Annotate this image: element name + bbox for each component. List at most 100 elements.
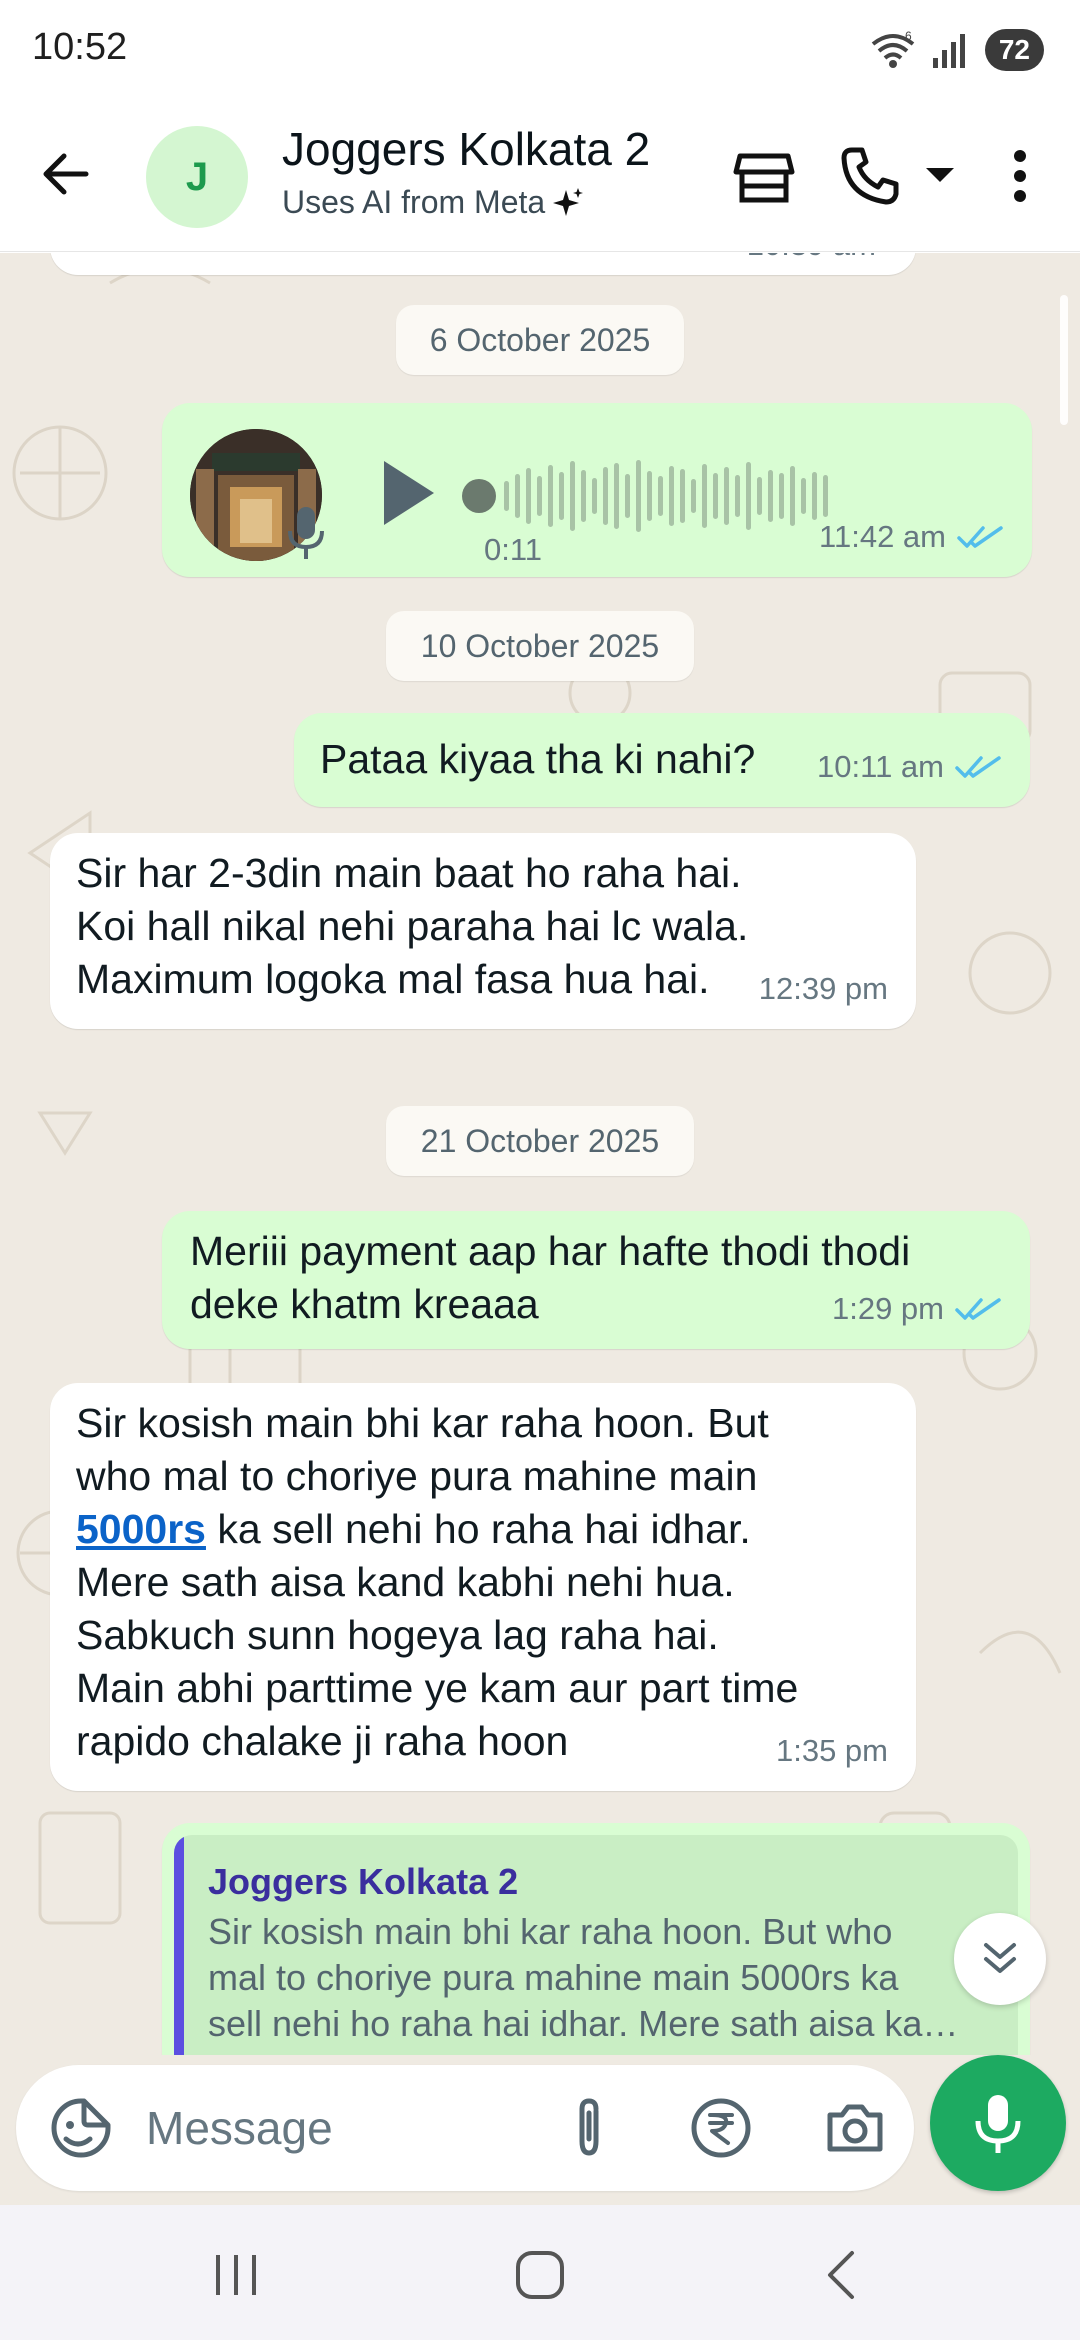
message-text-line: Sir kosish main bhi kar raha hoon. But: [76, 1400, 769, 1446]
attach-icon[interactable]: [556, 2095, 622, 2161]
message-time: 11:42 am: [819, 519, 946, 554]
scrollbar-thumb[interactable]: [1060, 295, 1068, 425]
waveform-bar: [647, 471, 652, 521]
message-text-line: deke khatm kreaaa: [190, 1281, 539, 1327]
waveform-bar: [515, 474, 520, 518]
message-text-line-with-link: 5000rs ka sell nehi ho raha hai idhar.: [76, 1503, 798, 1556]
scroll-to-bottom-button[interactable]: [954, 1913, 1046, 2005]
waveform-bar: [724, 467, 729, 525]
chat-title[interactable]: Joggers Kolkata 2: [282, 122, 650, 176]
avatar[interactable]: J: [146, 126, 248, 228]
waveform-bar: [614, 463, 619, 529]
voice-record-button[interactable]: [930, 2055, 1066, 2191]
partial-message-bubble[interactable]: 10:39 am: [50, 253, 916, 275]
waveform-bar: [636, 460, 641, 532]
wifi-icon: 6: [871, 30, 915, 68]
sticker-icon[interactable]: [48, 2095, 114, 2161]
waveform-bar: [757, 477, 762, 515]
waveform-bar: [801, 478, 806, 514]
message-text-line: Main abhi parttime ye kam aur part time: [76, 1665, 799, 1711]
shop-icon[interactable]: [732, 144, 796, 208]
back-icon[interactable]: [810, 2247, 874, 2303]
message-input[interactable]: [146, 2091, 526, 2165]
message-meta: 11:42 am: [819, 510, 1004, 563]
rupee-icon[interactable]: [688, 2095, 754, 2161]
waveform-bar: [658, 476, 663, 516]
mic-badge-icon: [288, 507, 324, 559]
waveform-bar: [779, 473, 784, 519]
waveform-bar: [537, 476, 542, 516]
incoming-message[interactable]: Sir kosish main bhi kar raha hoon. But w…: [50, 1383, 916, 1791]
message-time: 1:29 pm: [831, 1291, 944, 1326]
reply-message-bubble[interactable]: Joggers Kolkata 2 Sir kosish main bhi ka…: [162, 1823, 1030, 2055]
message-time: 12:39 pm: [758, 971, 888, 1006]
chevron-down-icon[interactable]: [920, 160, 960, 192]
phone-icon[interactable]: [838, 144, 902, 208]
waveform-bar: [735, 475, 740, 517]
waveform-bar: [746, 462, 751, 530]
voice-waveform[interactable]: [502, 451, 842, 541]
back-arrow-icon[interactable]: [36, 144, 96, 204]
waveform-bar: [581, 470, 586, 522]
double-chevron-down-icon: [984, 1943, 1016, 1973]
quoted-text-line: mal to choriye pura mahine main 5000rs k…: [208, 1957, 899, 1998]
recents-icon[interactable]: [204, 2247, 268, 2303]
chat-subtitle[interactable]: Uses AI from Meta: [282, 184, 585, 221]
quoted-message[interactable]: Joggers Kolkata 2 Sir kosish main bhi ka…: [174, 1835, 1018, 2055]
message-text-line: who mal to choriye pura mahine main: [76, 1453, 758, 1499]
message-meta: 1:29 pm: [832, 1282, 1002, 1335]
waveform-bar: [768, 470, 773, 522]
message-text-line: Sabkuch sunn hogeya lag raha hai.: [76, 1612, 719, 1658]
quoted-text: Sir kosish main bhi kar raha hoon. But w…: [208, 1909, 988, 2047]
chat-area[interactable]: 10:39 am 6 October 2025: [0, 253, 1080, 2055]
message-text-line: Koi hall nikal nehi paraha hai lc wala.: [76, 903, 749, 949]
waveform-bar: [812, 472, 817, 520]
quote-accent-bar: [174, 1835, 184, 2055]
read-ticks-icon: [955, 1297, 1001, 1320]
quoted-text-line: sell nehi ho raha hai idhar. Mere sath a…: [208, 2003, 959, 2044]
waveform-bar: [790, 466, 795, 526]
waveform-bar: [680, 469, 685, 523]
camera-icon[interactable]: [822, 2095, 888, 2161]
waveform-bar: [504, 481, 509, 511]
message-meta: 1:35 pm: [776, 1724, 888, 1777]
status-icons: 6 72: [869, 28, 1044, 72]
play-icon[interactable]: [372, 453, 442, 533]
status-time: 10:52: [32, 26, 128, 68]
date-chip: 21 October 2025: [386, 1106, 694, 1176]
read-ticks-icon: [955, 755, 1001, 778]
message-text-line: Meriii payment aap har hafte thodi thodi: [190, 1228, 911, 1274]
home-icon[interactable]: [508, 2247, 572, 2303]
waveform-bar: [713, 473, 718, 519]
message-text-line: Sir har 2-3din main baat ho raha hai.: [76, 850, 742, 896]
quoted-sender-name: Joggers Kolkata 2: [208, 1861, 519, 1902]
message-input-container[interactable]: [16, 2065, 914, 2191]
message-text-line: Mere sath aisa kand kabhi nehi hua.: [76, 1559, 735, 1605]
waveform-scrubber[interactable]: [462, 479, 496, 513]
composer: [0, 2055, 1080, 2205]
more-vert-icon[interactable]: [988, 144, 1052, 208]
message-text-fragment: ka sell nehi ho raha hai idhar.: [217, 1506, 751, 1552]
voice-message-bubble[interactable]: 0:11 11:42 am: [162, 403, 1032, 577]
waveform-bar: [691, 479, 696, 513]
battery-indicator: 72: [984, 29, 1044, 71]
system-nav-bar: [0, 2205, 1080, 2340]
partial-message-time: 10:39 am: [747, 253, 876, 271]
message-link[interactable]: 5000rs: [76, 1506, 206, 1552]
outgoing-message[interactable]: Pataa kiyaa tha ki nahi? 10:11 am: [294, 713, 1030, 807]
wifi-badge: 6: [905, 30, 912, 43]
message-meta: 10:11 am: [817, 740, 1002, 793]
status-bar: 10:52 6 72: [0, 0, 1080, 100]
message-text-line: Maximum logoka mal fasa hua hai.: [76, 956, 710, 1002]
waveform-bar: [625, 474, 630, 518]
message-time: 10:11 am: [817, 749, 944, 784]
date-chip: 6 October 2025: [396, 305, 684, 375]
waveform-bar: [669, 466, 674, 526]
incoming-message[interactable]: Sir har 2-3din main baat ho raha hai. Ko…: [50, 833, 916, 1029]
message-text-line: Pataa kiyaa tha ki nahi?: [320, 736, 756, 782]
signal-icon: [932, 34, 965, 68]
outgoing-message[interactable]: Meriii payment aap har hafte thodi thodi…: [162, 1211, 1030, 1349]
waveform-bar: [559, 472, 564, 520]
read-ticks-icon: [957, 525, 1003, 548]
quoted-text-line: Sir kosish main bhi kar raha hoon. But w…: [208, 1911, 893, 1952]
